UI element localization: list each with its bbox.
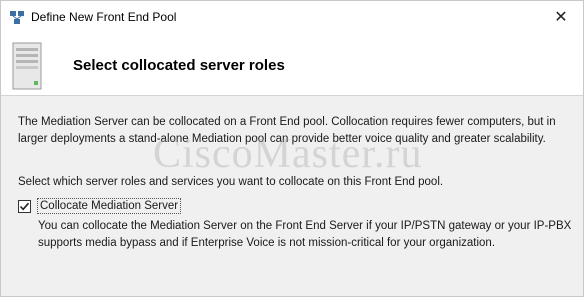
- title-bar: Define New Front End Pool ✕: [1, 1, 583, 33]
- collocate-mediation-description: You can collocate the Mediation Server o…: [38, 220, 572, 249]
- close-button[interactable]: ✕: [539, 1, 583, 32]
- wizard-header: Select collocated server roles: [1, 33, 583, 96]
- app-icon: [9, 10, 25, 26]
- collocate-mediation-label[interactable]: Collocate Mediation Server: [37, 198, 182, 214]
- close-icon: ✕: [554, 8, 568, 26]
- server-icon: [12, 42, 42, 90]
- instruction-text: Select which server roles and services y…: [18, 176, 444, 188]
- dialog-window: Define New Front End Pool ✕ Select collo…: [0, 0, 584, 297]
- page-title: Select collocated server roles: [73, 57, 285, 74]
- collocate-mediation-checkbox[interactable]: [18, 199, 31, 213]
- collocate-mediation-option[interactable]: Collocate Mediation Server: [18, 198, 182, 214]
- intro-text: The Mediation Server can be collocated o…: [18, 116, 556, 145]
- checkmark-icon: [19, 202, 30, 210]
- window-title: Define New Front End Pool: [31, 10, 177, 24]
